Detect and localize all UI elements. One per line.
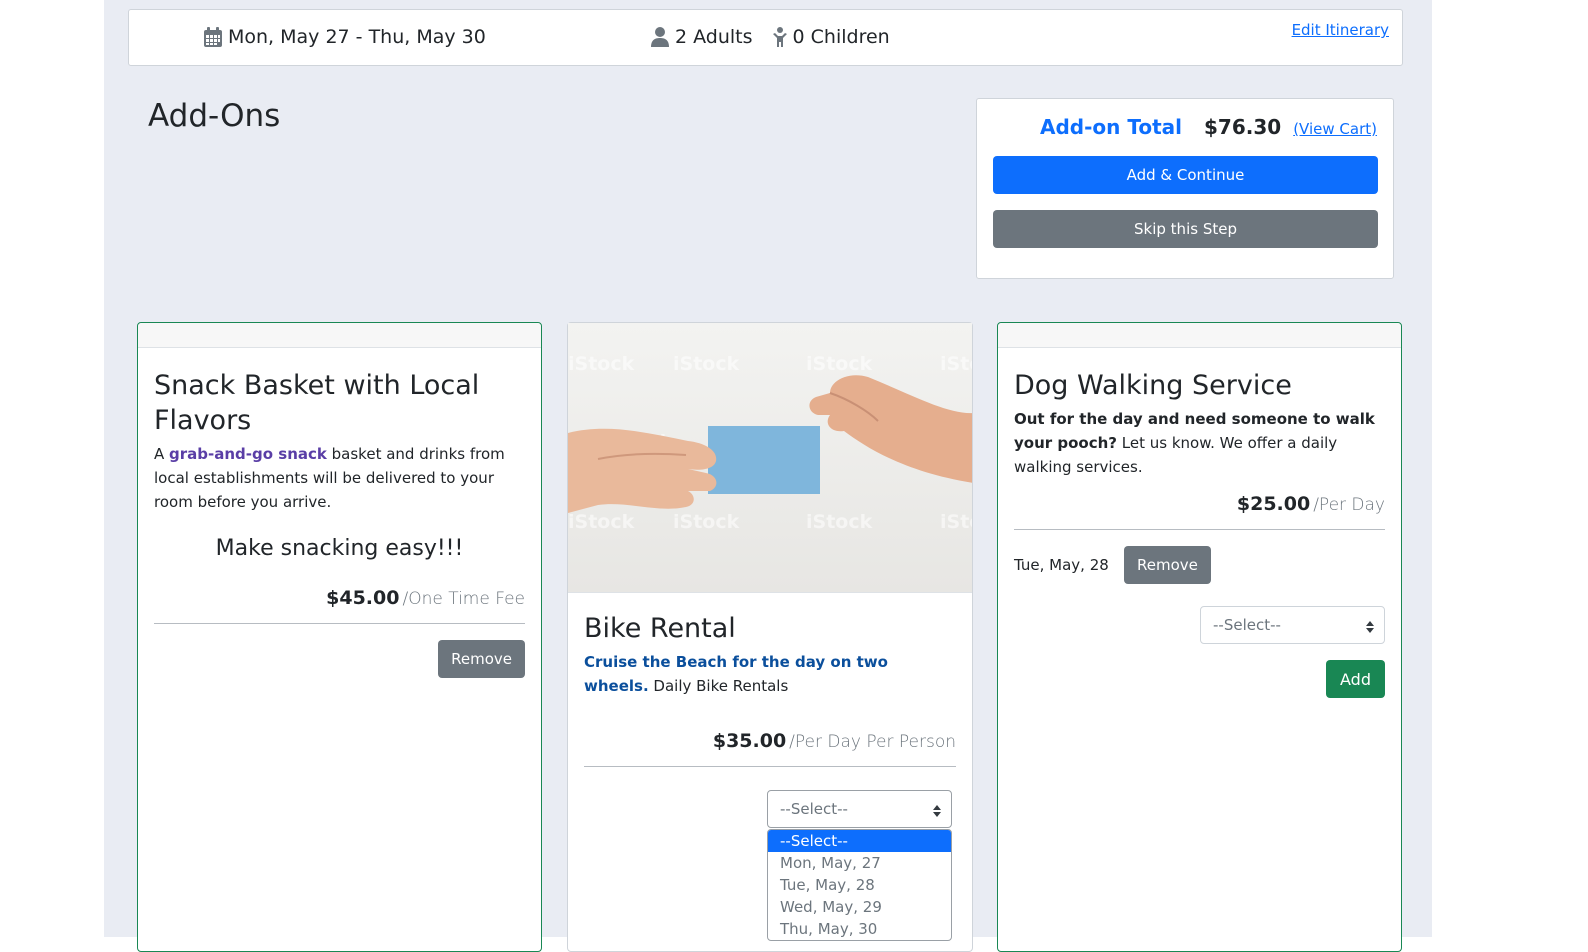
add-and-continue-button[interactable]: Add & Continue [993,156,1378,194]
card-header [138,323,541,348]
addon-card-bike-rental: iStock iStock iStock iStock iStock iStoc… [567,322,973,952]
edit-itinerary-link[interactable]: Edit Itinerary [1292,21,1389,39]
dropdown-option[interactable]: Wed, May, 29 [768,896,951,918]
hands-card-illustration [568,375,972,513]
bike-date-dropdown: --Select-- Mon, May, 27 Tue, May, 28 Wed… [767,829,952,941]
select-value: --Select-- [1213,616,1281,634]
card-description: Out for the day and need someone to walk… [1014,410,1375,476]
card-description: Cruise the Beach for the day on two whee… [584,653,888,695]
page-title: Add-Ons [148,98,281,134]
calendar-icon [204,27,222,47]
select-caret-icon [933,803,941,821]
add-dog-walking-button[interactable]: Add [1326,660,1385,698]
divider [1014,529,1385,530]
addon-card-dog-walking: Dog Walking Service Out for the day and … [997,322,1402,952]
addon-total-label: Add-on Total [1040,115,1183,139]
card-header [998,323,1401,348]
booked-date: Tue, May, 28 [1014,556,1109,574]
addon-summary-panel: Add-on Total $76.30 (View Cart) Add & Co… [976,98,1394,279]
select-caret-icon [1366,619,1374,637]
itinerary-bar: Mon, May 27 - Thu, May 30 2 Adults 0 Chi… [128,9,1403,66]
addon-card-snack-basket: Snack Basket with Local Flavors A grab-a… [137,322,542,952]
child-icon [772,27,787,47]
price-unit: /Per Day [1313,495,1385,515]
card-price: $35.00/Per Day Per Person [712,730,956,752]
card-description: A grab-and-go snack basket and drinks fr… [154,445,505,511]
price-unit: /One Time Fee [402,589,525,609]
adults-count: 2 Adults [675,26,753,48]
divider [154,623,525,624]
dropdown-option[interactable]: --Select-- [768,830,951,852]
skip-step-button[interactable]: Skip this Step [993,210,1378,248]
itinerary-guests: 2 Adults 0 Children [651,26,890,48]
dog-walking-date-select[interactable]: --Select-- [1200,606,1385,644]
view-cart-link[interactable]: (View Cart) [1293,120,1377,138]
snack-description-highlight: grab-and-go snack [169,445,327,463]
bike-date-select[interactable]: --Select-- [767,790,952,828]
itinerary-dates-text: Mon, May 27 - Thu, May 30 [228,26,486,48]
adult-icon [651,27,669,47]
addon-total-amount: $76.30 [1204,115,1282,139]
card-title: Snack Basket with Local Flavors [154,370,480,436]
bike-rental-image: iStock iStock iStock iStock iStock iStoc… [568,323,972,593]
card-tagline: Make snacking easy!!! [215,536,464,561]
select-value: --Select-- [780,800,848,818]
children-count: 0 Children [792,26,890,48]
remove-snack-button[interactable]: Remove [438,640,525,678]
card-price: $45.00/One Time Fee [326,587,525,609]
price-unit: /Per Day Per Person [789,732,956,752]
dropdown-option[interactable]: Mon, May, 27 [768,852,951,874]
card-price: $25.00/Per Day [1236,493,1385,515]
dropdown-option[interactable]: Tue, May, 28 [768,874,951,896]
card-title: Bike Rental [584,613,736,644]
remove-dog-walking-button[interactable]: Remove [1124,546,1211,584]
card-title: Dog Walking Service [1014,370,1292,401]
itinerary-dates: Mon, May 27 - Thu, May 30 [204,26,486,48]
divider [584,766,956,767]
